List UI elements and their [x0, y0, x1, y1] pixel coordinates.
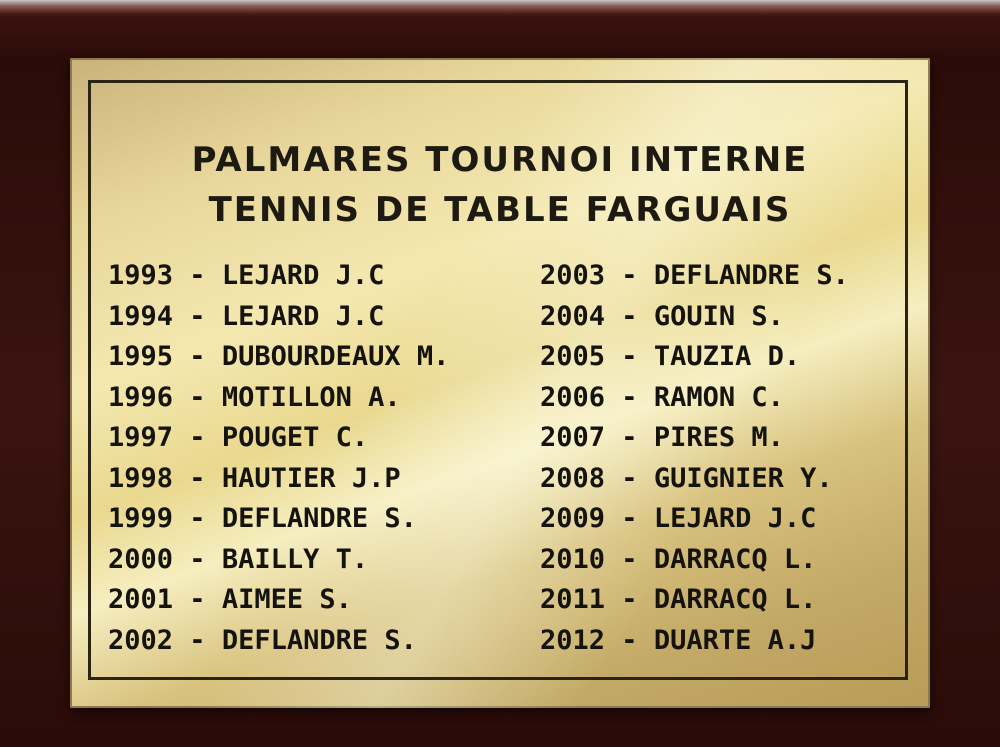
winner-name: GUIGNIER Y.	[653, 462, 833, 494]
winner-row: 2002 - DEFLANDRE S.	[108, 621, 449, 662]
winner-name: BAILLY T.	[221, 543, 369, 575]
winner-name: RAMON C.	[653, 381, 784, 413]
winner-name: HAUTIER J.P	[221, 462, 401, 494]
winner-row: 2004 - GOUIN S.	[540, 297, 849, 338]
winner-name: LEJARD J.C	[221, 300, 385, 332]
winner-separator: -	[605, 584, 654, 615]
winner-year: 1999	[108, 503, 174, 534]
winner-year: 2011	[540, 584, 606, 615]
winner-separator: -	[605, 503, 654, 534]
winner-row: 2003 - DEFLANDRE S.	[540, 256, 849, 297]
winner-year: 2005	[540, 341, 606, 372]
winner-name: TAUZIA D.	[653, 341, 801, 372]
winner-row: 1998 - HAUTIER J.P	[108, 459, 449, 500]
winner-year: 2007	[540, 422, 606, 453]
plaque-title-line-2: TENNIS DE TABLE FARGUAIS	[208, 190, 792, 230]
winner-row: 1999 - DEFLANDRE S.	[108, 499, 449, 540]
winner-name: MOTILLON A.	[221, 381, 401, 413]
winner-year: 1995	[108, 341, 174, 372]
winner-row: 1994 - LEJARD J.C	[108, 297, 449, 338]
winner-year: 2008	[540, 462, 606, 494]
left-winners-column: 1993 - LEJARD J.C 1994 - LEJARD J.C 1995…	[108, 256, 449, 661]
winner-year: 1998	[108, 462, 174, 494]
plaque-title-line-1: PALMARES TOURNOI INTERNE	[191, 140, 809, 180]
winner-separator: -	[605, 341, 654, 372]
winner-row: 1996 - MOTILLON A.	[108, 378, 449, 419]
winner-row: 1997 - POUGET C.	[108, 418, 449, 459]
winner-separator: -	[605, 543, 654, 575]
winner-year: 2001	[108, 584, 174, 615]
winner-name: DARRACQ L.	[653, 584, 817, 615]
winner-name: DEFLANDRE S.	[221, 624, 417, 656]
winner-name: PIRES M.	[653, 422, 784, 453]
winner-name: DUBOURDEAUX M.	[221, 341, 450, 372]
winner-year: 2006	[540, 381, 606, 413]
winner-row: 2008 - GUIGNIER Y.	[540, 459, 849, 500]
winner-separator: -	[173, 624, 222, 656]
winner-separator: -	[173, 422, 222, 453]
winner-row: 2009 - LEJARD J.C	[540, 499, 849, 540]
winner-separator: -	[605, 624, 654, 656]
winner-row: 1993 - LEJARD J.C	[108, 256, 449, 297]
winner-separator: -	[173, 341, 222, 372]
winner-separator: -	[173, 584, 222, 615]
winner-name: DUARTE A.J	[653, 624, 817, 656]
winner-year: 2009	[540, 503, 606, 534]
winner-name: POUGET C.	[221, 422, 369, 453]
winner-separator: -	[605, 422, 654, 453]
winner-separator: -	[173, 462, 222, 494]
winner-separator: -	[605, 300, 654, 332]
winner-separator: -	[173, 381, 222, 413]
winner-row: 2011 - DARRACQ L.	[540, 580, 849, 621]
winner-year: 2002	[108, 624, 174, 656]
winner-name: DEFLANDRE S.	[653, 260, 849, 291]
winner-row: 2012 - DUARTE A.J	[540, 621, 849, 662]
winner-year: 2003	[540, 260, 606, 291]
winner-row: 2010 - DARRACQ L.	[540, 540, 849, 581]
winner-separator: -	[605, 462, 654, 494]
winner-name: DARRACQ L.	[653, 543, 817, 575]
winner-year: 2004	[540, 300, 606, 332]
winner-separator: -	[605, 260, 654, 291]
wooden-base-edge	[0, 0, 1000, 14]
winner-separator: -	[605, 381, 654, 413]
brass-plaque: PALMARES TOURNOI INTERNE TENNIS DE TABLE…	[70, 58, 930, 708]
winner-row: 2005 - TAUZIA D.	[540, 337, 849, 378]
winner-year: 1993	[108, 260, 174, 291]
winner-row: 1995 - DUBOURDEAUX M.	[108, 337, 449, 378]
winner-row: 2000 - BAILLY T.	[108, 540, 449, 581]
winner-row: 2001 - AIMEE S.	[108, 580, 449, 621]
winner-year: 2012	[540, 624, 606, 656]
winner-year: 2010	[540, 543, 606, 575]
right-winners-column: 2003 - DEFLANDRE S. 2004 - GOUIN S. 2005…	[540, 256, 849, 661]
winner-year: 1996	[108, 381, 174, 413]
winner-year: 2000	[108, 543, 174, 575]
winner-name: LEJARD J.C	[221, 260, 385, 291]
winner-name: DEFLANDRE S.	[221, 503, 417, 534]
winner-separator: -	[173, 260, 222, 291]
winner-separator: -	[173, 543, 222, 575]
winner-row: 2007 - PIRES M.	[540, 418, 849, 459]
winner-year: 1994	[108, 300, 174, 332]
winner-year: 1997	[108, 422, 174, 453]
winner-name: AIMEE S.	[221, 584, 352, 615]
winner-separator: -	[173, 300, 222, 332]
winner-row: 2006 - RAMON C.	[540, 378, 849, 419]
winner-separator: -	[173, 503, 222, 534]
winner-name: GOUIN S.	[653, 300, 784, 332]
winner-name: LEJARD J.C	[653, 503, 817, 534]
